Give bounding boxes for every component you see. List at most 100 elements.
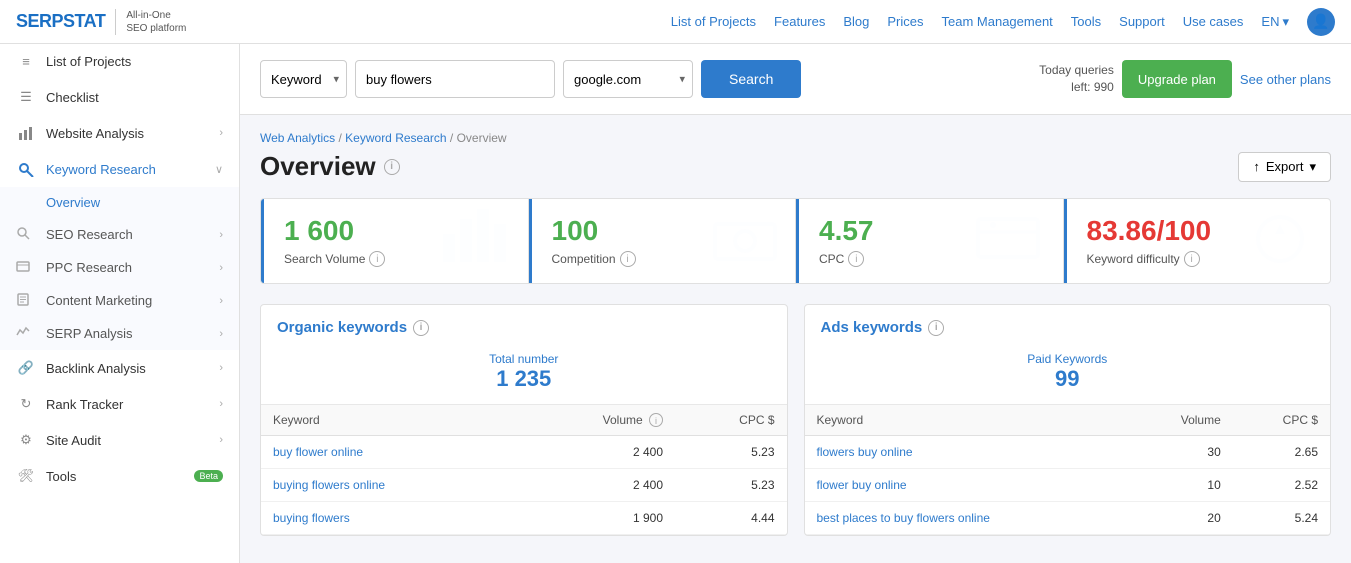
audit-icon: ⚙ <box>16 432 36 448</box>
export-button[interactable]: ↑ Export ▾ <box>1238 152 1331 182</box>
sidebar-item-tools[interactable]: 🛠 Tools Beta <box>0 458 239 494</box>
organic-total-value: 1 235 <box>261 366 787 392</box>
content-area: Web Analytics / Keyword Research / Overv… <box>240 115 1351 552</box>
sidebar-sub-ppc-research[interactable]: PPC Research › <box>0 251 239 284</box>
sidebar-sub-seo-research[interactable]: SEO Research › <box>0 218 239 251</box>
volume-cell: 20 <box>1128 502 1233 535</box>
see-other-plans-link[interactable]: See other plans <box>1240 72 1331 87</box>
ads-keywords-header: Ads keywords i <box>805 305 1331 344</box>
keyword-link[interactable]: buying flowers <box>273 511 350 525</box>
list-icon: ≡ <box>16 54 36 69</box>
nav-list-of-projects[interactable]: List of Projects <box>671 14 756 29</box>
nav-blog[interactable]: Blog <box>843 14 869 29</box>
nav-use-cases[interactable]: Use cases <box>1183 14 1244 29</box>
keyword-link[interactable]: flowers buy online <box>817 445 913 459</box>
search-bar: Keyword Domain URL google.com google.co.… <box>240 44 1351 115</box>
chevron-right-icon: › <box>219 295 223 307</box>
keyword-link[interactable]: flower buy online <box>817 478 907 492</box>
breadcrumb-web-analytics[interactable]: Web Analytics <box>260 131 335 145</box>
sidebar-item-keyword-research[interactable]: Keyword Research ∨ <box>0 151 239 187</box>
search-input[interactable] <box>355 60 555 98</box>
metric-card-competition: 100 Competition i <box>529 199 797 283</box>
breadcrumb-overview: Overview <box>457 131 507 145</box>
keyword-cell: buy flower online <box>261 436 517 469</box>
chevron-right-icon: › <box>219 434 223 446</box>
organic-total-row: Total number 1 235 <box>261 344 787 405</box>
col-keyword: Keyword <box>805 405 1128 436</box>
breadcrumb: Web Analytics / Keyword Research / Overv… <box>260 131 1331 145</box>
nav-prices[interactable]: Prices <box>887 14 923 29</box>
organic-keywords-title: Organic keywords i <box>277 319 771 336</box>
sidebar-item-list-of-projects[interactable]: ≡ List of Projects <box>0 44 239 79</box>
domain-select-wrapper[interactable]: google.com google.co.uk <box>563 60 693 98</box>
sidebar-item-rank-tracker[interactable]: ↻ Rank Tracker › <box>0 386 239 422</box>
chevron-right-icon: › <box>219 229 223 241</box>
domain-select[interactable]: google.com google.co.uk <box>563 60 693 98</box>
volume-info-icon[interactable]: i <box>649 413 663 427</box>
ads-total-value: 99 <box>805 366 1331 392</box>
key-icon <box>16 161 36 177</box>
title-info-icon[interactable]: i <box>384 159 400 175</box>
sidebar: ≡ List of Projects ☰ Checklist Website A… <box>0 44 240 563</box>
logo-text: SERPSTAT <box>16 11 105 32</box>
keyword-difficulty-bg-icon <box>1240 204 1320 278</box>
keyword-link[interactable]: buy flower online <box>273 445 363 459</box>
cpc-bg-icon <box>973 204 1053 278</box>
search-button[interactable]: Search <box>701 60 801 98</box>
table-row: buying flowers 1 900 4.44 <box>261 502 787 535</box>
competition-info-icon[interactable]: i <box>620 251 636 267</box>
sidebar-item-website-analysis[interactable]: Website Analysis › <box>0 115 239 151</box>
sidebar-item-checklist[interactable]: ☰ Checklist <box>0 79 239 115</box>
search-volume-info-icon[interactable]: i <box>369 251 385 267</box>
ads-total-label: Paid Keywords <box>805 352 1331 366</box>
top-nav-links: List of Projects Features Blog Prices Te… <box>671 8 1335 36</box>
table-row: flowers buy online 30 2.65 <box>805 436 1331 469</box>
sidebar-sub-overview[interactable]: Overview <box>0 187 239 218</box>
table-row: best places to buy flowers online 20 5.2… <box>805 502 1331 535</box>
keyword-link[interactable]: buying flowers online <box>273 478 385 492</box>
beta-badge: Beta <box>194 470 223 482</box>
organic-keywords-card: Organic keywords i Total number 1 235 K <box>260 304 788 536</box>
volume-cell: 2 400 <box>517 469 675 502</box>
nav-features[interactable]: Features <box>774 14 825 29</box>
organic-keywords-info-icon[interactable]: i <box>413 320 429 336</box>
sidebar-sub-content-marketing[interactable]: Content Marketing › <box>0 284 239 317</box>
volume-cell: 1 900 <box>517 502 675 535</box>
organic-total-label: Total number <box>261 352 787 366</box>
ads-keywords-table: Keyword Volume CPC $ flowers buy online … <box>805 405 1331 535</box>
volume-cell: 10 <box>1128 469 1233 502</box>
content-icon <box>16 292 36 309</box>
ads-keywords-info-icon[interactable]: i <box>928 320 944 336</box>
ads-keywords-section: Ads keywords i Paid Keywords 99 Keyword <box>804 304 1332 536</box>
cpc-info-icon[interactable]: i <box>848 251 864 267</box>
keyword-difficulty-info-icon[interactable]: i <box>1184 251 1200 267</box>
competition-bg-icon <box>705 204 785 278</box>
nav-tools[interactable]: Tools <box>1071 14 1101 29</box>
ads-total-row: Paid Keywords 99 <box>805 344 1331 405</box>
table-row: buy flower online 2 400 5.23 <box>261 436 787 469</box>
nav-support[interactable]: Support <box>1119 14 1165 29</box>
upgrade-plan-button[interactable]: Upgrade plan <box>1122 60 1232 98</box>
sidebar-sub-serp-analysis[interactable]: SERP Analysis › <box>0 317 239 350</box>
table-row: flower buy online 10 2.52 <box>805 469 1331 502</box>
sidebar-item-site-audit[interactable]: ⚙ Site Audit › <box>0 422 239 458</box>
cpc-cell: 4.44 <box>675 502 786 535</box>
nav-team-management[interactable]: Team Management <box>942 14 1053 29</box>
sidebar-item-backlink-analysis[interactable]: 🔗 Backlink Analysis › <box>0 350 239 386</box>
cpc-cell: 2.65 <box>1233 436 1330 469</box>
search-type-select[interactable]: Keyword Domain URL <box>260 60 347 98</box>
language-selector[interactable]: EN ▾ <box>1261 14 1289 30</box>
breadcrumb-keyword-research[interactable]: Keyword Research <box>345 131 446 145</box>
organic-keywords-table: Keyword Volume i CPC $ buy flower online… <box>261 405 787 535</box>
chevron-right-icon: › <box>219 398 223 410</box>
organic-keywords-header: Organic keywords i <box>261 305 787 344</box>
ppc-icon <box>16 259 36 276</box>
seo-icon <box>16 226 36 243</box>
user-avatar[interactable]: 👤 <box>1307 8 1335 36</box>
search-type-wrapper[interactable]: Keyword Domain URL <box>260 60 347 98</box>
ads-keywords-card: Ads keywords i Paid Keywords 99 Keyword <box>804 304 1332 536</box>
logo[interactable]: SERPSTAT All-in-One SEO platform <box>16 9 186 35</box>
chevron-right-icon: › <box>219 262 223 274</box>
keyword-research-submenu: Overview SEO Research › PPC Research › <box>0 187 239 350</box>
keyword-link[interactable]: best places to buy flowers online <box>817 511 990 525</box>
